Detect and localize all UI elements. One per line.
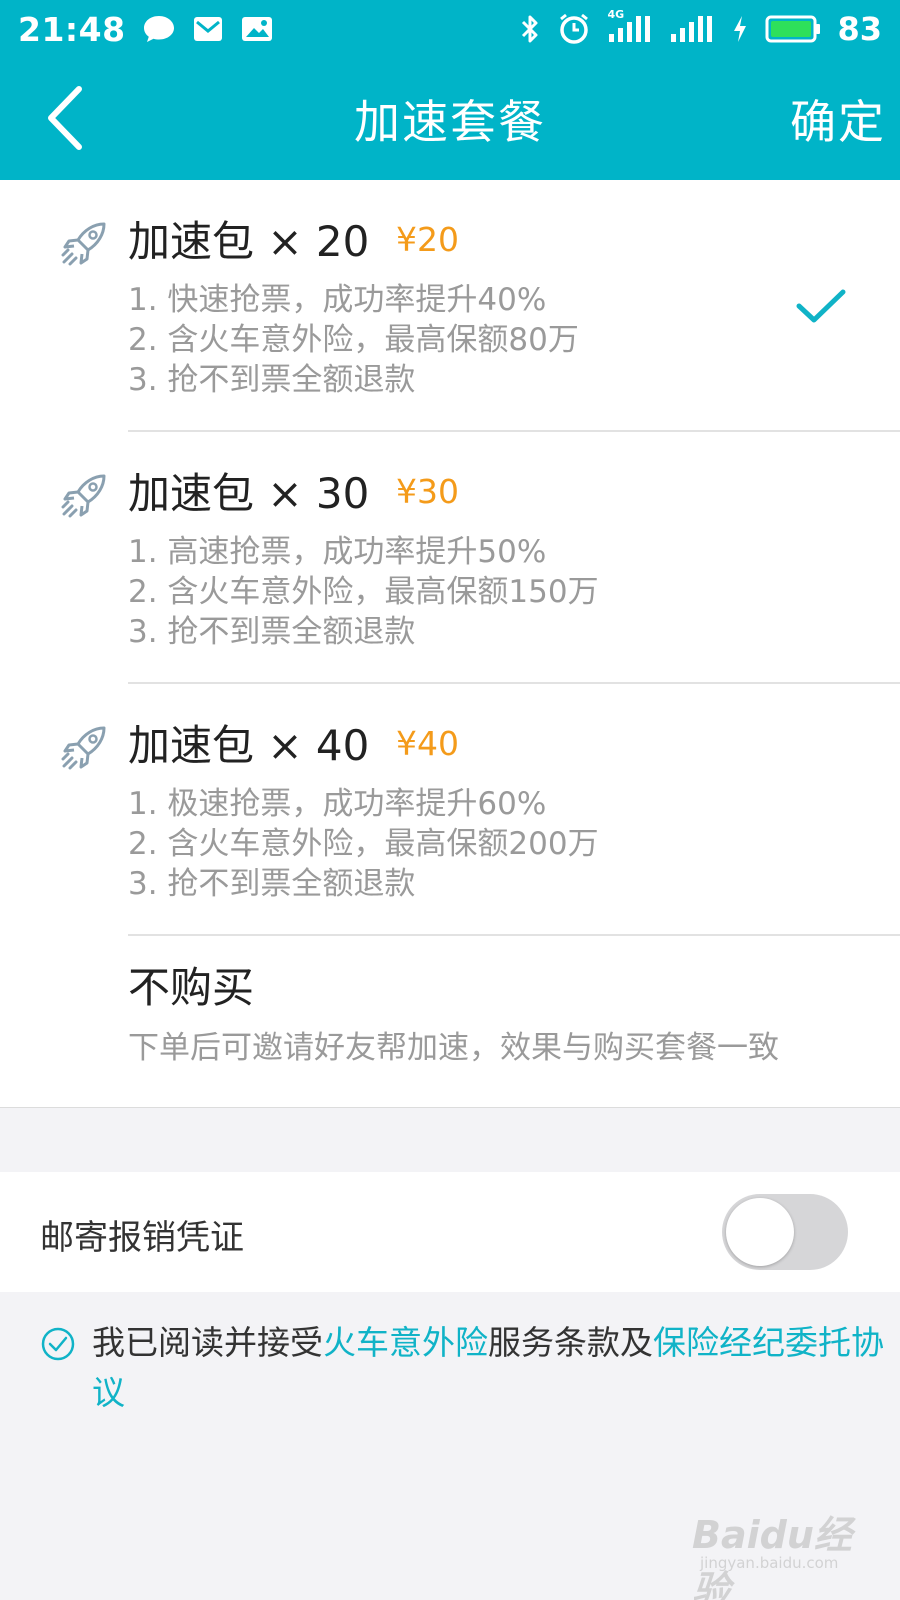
agree-checkbox-icon[interactable]	[40, 1326, 76, 1362]
page-title: 加速套餐	[354, 95, 546, 149]
charging-icon	[731, 14, 749, 44]
rocket-icon	[61, 222, 106, 266]
feature-line: 1. 高速抢票，成功率提升50%	[128, 534, 547, 570]
package-features: 1. 快速抢票，成功率提升40% 2. 含火车意外险，最高保额80万 3. 抢不…	[128, 280, 579, 400]
feature-line: 3. 抢不到票全额退款	[128, 614, 416, 650]
feature-line: 3. 抢不到票全额退款	[128, 866, 416, 902]
no-buy-description: 下单后可邀请好友帮加速，效果与购买套餐一致	[128, 1030, 779, 1066]
signal-4g-icon: 4G	[607, 8, 653, 44]
feature-line: 2. 含火车意外险，最高保额80万	[128, 322, 579, 358]
signal-icon	[669, 14, 715, 44]
agreement-prefix: 我已阅读并接受	[92, 1323, 323, 1362]
agreement-text: 我已阅读并接受火车意外险服务条款及保险经纪委托协议	[92, 1318, 900, 1418]
watermark-brand: Baidu经验	[692, 1513, 852, 1600]
battery-level: 83	[837, 10, 882, 48]
status-left: 21:48	[18, 10, 274, 49]
rocket-icon	[61, 474, 106, 518]
package-price: ¥40	[396, 724, 459, 763]
insurance-terms-link[interactable]: 火车意外险	[323, 1323, 488, 1362]
rocket-icon	[61, 726, 106, 770]
receipt-toggle[interactable]	[722, 1194, 848, 1270]
no-buy-option[interactable]: 不购买 下单后可邀请好友帮加速，效果与购买套餐一致	[0, 936, 900, 1108]
checkmark-icon	[796, 289, 846, 323]
network-label: 4G	[607, 8, 625, 21]
feature-line: 2. 含火车意外险，最高保额200万	[128, 826, 599, 862]
status-time: 21:48	[18, 9, 126, 49]
toggle-knob	[726, 1198, 794, 1266]
alarm-icon	[557, 12, 591, 46]
status-bar: 21:48 4G 83	[0, 0, 900, 58]
package-name: 加速包 × 20	[128, 217, 370, 266]
chat-icon	[142, 14, 176, 44]
no-buy-title: 不购买	[128, 963, 255, 1012]
package-item-20[interactable]: 加速包 × 20 ¥20 1. 快速抢票，成功率提升40% 2. 含火车意外险，…	[0, 180, 900, 432]
package-list: 加速包 × 20 ¥20 1. 快速抢票，成功率提升40% 2. 含火车意外险，…	[0, 180, 900, 1108]
package-item-40[interactable]: 加速包 × 40 ¥40 1. 极速抢票，成功率提升60% 2. 含火车意外险，…	[0, 684, 900, 936]
feature-line: 1. 极速抢票，成功率提升60%	[128, 786, 547, 822]
status-right: 4G 83	[519, 8, 882, 48]
package-name: 加速包 × 30	[128, 469, 370, 518]
image-icon	[240, 15, 274, 43]
watermark-url: jingyan.baidu.com	[700, 1554, 839, 1572]
package-features: 1. 高速抢票，成功率提升50% 2. 含火车意外险，最高保额150万 3. 抢…	[128, 532, 599, 652]
feature-line: 1. 快速抢票，成功率提升40%	[128, 282, 547, 318]
receipt-label: 邮寄报销凭证	[40, 1218, 244, 1258]
feature-line: 2. 含火车意外险，最高保额150万	[128, 574, 599, 610]
nav-bar: 加速套餐 确定	[0, 58, 900, 180]
package-price: ¥20	[396, 220, 459, 259]
package-price: ¥30	[396, 472, 459, 511]
feature-line: 3. 抢不到票全额退款	[128, 362, 416, 398]
baidu-watermark: Baidu经验 jingyan.baidu.com	[692, 1500, 882, 1600]
battery-icon	[765, 14, 821, 44]
mail-icon	[192, 15, 224, 43]
package-features: 1. 极速抢票，成功率提升60% 2. 含火车意外险，最高保额200万 3. 抢…	[128, 784, 599, 904]
receipt-row: 邮寄报销凭证	[0, 1172, 900, 1292]
bluetooth-icon	[519, 13, 541, 45]
agreement-middle: 服务条款及	[488, 1323, 653, 1362]
confirm-button[interactable]: 确定	[790, 86, 886, 152]
package-item-30[interactable]: 加速包 × 30 ¥30 1. 高速抢票，成功率提升50% 2. 含火车意外险，…	[0, 432, 900, 684]
package-name: 加速包 × 40	[128, 721, 370, 770]
